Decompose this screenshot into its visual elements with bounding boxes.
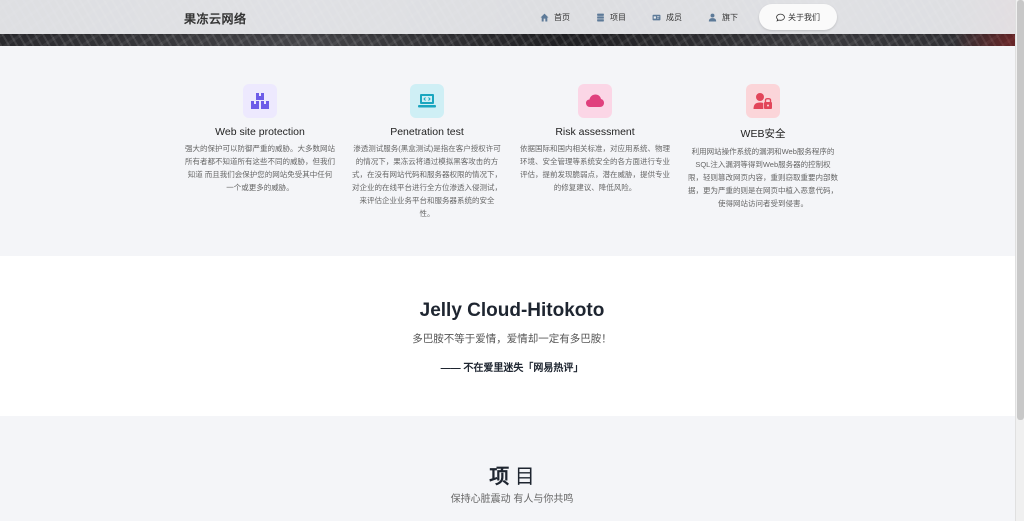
about-us-button[interactable]: 关于我们 bbox=[759, 4, 837, 30]
laptop-code-icon bbox=[418, 94, 436, 108]
service-description: 渗透测试服务(黑盒测试)是指在客户授权许可的情况下，果冻云将通过模拟黑客攻击的方… bbox=[352, 144, 502, 218]
nav-item-label: 项目 bbox=[610, 12, 626, 22]
nav-item-label: 旗下 bbox=[722, 12, 738, 22]
nav-links: 首页 项目 成员 旗下 bbox=[540, 0, 764, 34]
service-icon-box bbox=[746, 84, 780, 118]
service-title: Penetration test bbox=[390, 126, 464, 138]
service-card-web-protection: Web site protection 强大的保护可以防御严重的威胁。大多数网站… bbox=[183, 46, 337, 194]
boxes-icon bbox=[251, 93, 269, 109]
service-card-web-security: WEB安全 利用网站操作系统的漏洞和Web服务程序的SQL注入漏洞等得到Web服… bbox=[686, 46, 840, 210]
user-lock-icon bbox=[753, 93, 772, 109]
nav-item-members[interactable]: 成员 bbox=[652, 12, 682, 23]
nav-item-home[interactable]: 首页 bbox=[540, 12, 570, 23]
service-icon-box bbox=[410, 84, 444, 118]
projects-title: 项 目 bbox=[0, 460, 1024, 489]
services-section: Web site protection 强大的保护可以防御严重的威胁。大多数网站… bbox=[0, 46, 1024, 256]
hitokoto-title: Jelly Cloud-Hitokoto bbox=[419, 300, 605, 321]
projects-section: 项 目 保持心脏震动 有人与你共鸣 bbox=[0, 416, 1024, 521]
id-card-icon bbox=[652, 14, 661, 20]
service-title: Risk assessment bbox=[555, 126, 635, 138]
service-icon-box bbox=[243, 84, 277, 118]
service-description: 强大的保护可以防御严重的威胁。大多数网站所有者都不知道所有这些不同的威胁，但我们… bbox=[185, 144, 335, 192]
service-title: Web site protection bbox=[215, 126, 305, 138]
page-scrollbar[interactable] bbox=[1015, 0, 1024, 521]
projects-title-rest: 目 bbox=[509, 466, 535, 488]
service-description: 利用网站操作系统的漏洞和Web服务程序的SQL注入漏洞等得到Web服务器的控制权… bbox=[688, 147, 838, 208]
comment-icon bbox=[776, 13, 785, 22]
home-icon bbox=[540, 13, 549, 21]
brand-logo[interactable]: 果冻云网络 bbox=[184, 10, 247, 27]
nav-item-label: 首页 bbox=[554, 12, 570, 22]
service-card-risk-assessment: Risk assessment 依据国际和国内相关标准，对应用系统、物理环境、安… bbox=[518, 46, 672, 194]
scrollbar-thumb[interactable] bbox=[1017, 0, 1024, 420]
hitokoto-section: Jelly Cloud-Hitokoto 多巴胺不等于爱情，爱情却一定有多巴胺！… bbox=[0, 256, 1024, 416]
projects-subtitle: 保持心脏震动 有人与你共鸣 bbox=[450, 494, 574, 505]
hitokoto-source: —— 不在爱里迷失「网易热评」 bbox=[440, 363, 584, 374]
service-title: WEB安全 bbox=[740, 128, 786, 140]
server-icon bbox=[597, 13, 604, 21]
service-card-penetration-test: Penetration test 渗透测试服务(黑盒测试)是指在客户授权许可的情… bbox=[350, 46, 504, 220]
user-icon bbox=[708, 13, 717, 21]
nav-item-projects[interactable]: 项目 bbox=[596, 12, 626, 23]
navbar: 果冻云网络 首页 项目 成员 旗下 关于我们 bbox=[0, 0, 1024, 34]
service-description: 依据国际和国内相关标准，对应用系统、物理环境、安全管理等系统安全的各方面进行专业… bbox=[520, 144, 670, 192]
nav-item-subsidiaries[interactable]: 旗下 bbox=[708, 12, 738, 23]
hitokoto-text: 多巴胺不等于爱情，爱情却一定有多巴胺！ bbox=[412, 333, 612, 345]
cloud-icon bbox=[586, 94, 604, 107]
about-us-label: 关于我们 bbox=[788, 12, 820, 22]
projects-title-bold: 项 bbox=[489, 466, 510, 488]
service-icon-box bbox=[578, 84, 612, 118]
nav-item-label: 成员 bbox=[666, 12, 682, 22]
